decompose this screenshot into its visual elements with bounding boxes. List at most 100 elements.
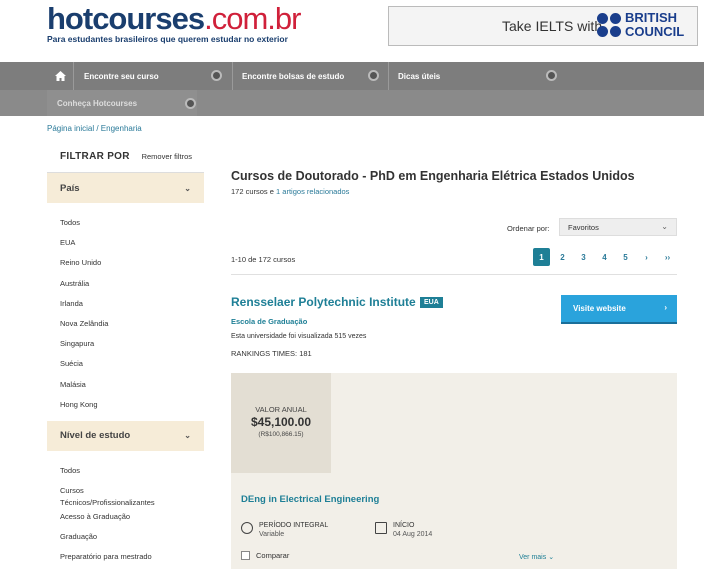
- nav-label: Encontre bolsas de estudo: [242, 71, 345, 81]
- country-filter-item[interactable]: Suécia: [60, 354, 204, 374]
- filter-sidebar: FILTRAR POR Remover filtros País ⌄ Todos…: [47, 141, 204, 569]
- page-button[interactable]: 4: [596, 248, 613, 266]
- hotcourses-logo[interactable]: hotcourses.com.br Para estudantes brasil…: [47, 1, 301, 45]
- country-filter-item[interactable]: Hong Kong: [60, 395, 204, 415]
- nav-encontre-curso[interactable]: Encontre seu curso: [84, 62, 230, 90]
- order-value: Favoritos: [568, 223, 599, 232]
- visit-website-button[interactable]: Visite website ›: [561, 295, 677, 322]
- home-icon[interactable]: [47, 62, 73, 90]
- rankings-text: RANKINGS TIMES: 181: [231, 349, 312, 358]
- related-articles-link[interactable]: 1 artigos relacionados: [276, 187, 349, 196]
- nav-label: Dicas úteis: [398, 71, 441, 81]
- remove-filters-link[interactable]: Remover filtros: [142, 152, 192, 161]
- page-button[interactable]: 3: [575, 248, 592, 266]
- country-filter-item[interactable]: Nova Zelândia: [60, 314, 204, 334]
- ad-brand-line2: COUNCIL: [625, 24, 685, 39]
- logo-domain: .com.br: [204, 1, 301, 36]
- level-list: Todos Cursos Técnicos/Profissionalizantes A…: [47, 451, 204, 574]
- institution-name[interactable]: Rensselaer Polytechnic Institute: [231, 295, 416, 309]
- country-filter-item[interactable]: Singapura: [60, 334, 204, 354]
- start-date: INÍCIO 04 Aug 2014: [393, 521, 432, 539]
- compare-checkbox[interactable]: Comparar: [241, 551, 289, 560]
- course-card: VALOR ANUAL $45,100.00 (R$100,866.15) DE…: [231, 373, 677, 569]
- price-converted: (R$100,866.15): [258, 431, 304, 438]
- school-link[interactable]: Escola de Graduação: [231, 317, 307, 326]
- nav-conheca-hotcourses[interactable]: Conheça Hotcourses: [47, 90, 197, 116]
- nav-dropdown-icon: [368, 70, 379, 81]
- results-range: 1-10 de 172 cursos: [231, 255, 296, 264]
- nav-label: Conheça Hotcourses: [57, 99, 138, 108]
- filter-title: FILTRAR POR: [60, 151, 130, 162]
- course-title[interactable]: DEng in Electrical Engineering: [241, 494, 379, 505]
- start-value: 04 Aug 2014: [393, 531, 433, 538]
- mode-label: PERÍODO INTEGRAL: [259, 522, 329, 529]
- more-label: Ver mais: [519, 554, 547, 561]
- counts-prefix: 172 cursos e: [231, 187, 274, 196]
- section-label: Nível de estudo: [60, 430, 131, 442]
- country-filter-item[interactable]: EUA: [60, 233, 204, 253]
- country-list: Todos EUA Reino Unido Austrália Irlanda Nova …: [47, 203, 204, 421]
- page-button[interactable]: 5: [617, 248, 634, 266]
- nav-label: Encontre seu curso: [84, 71, 159, 81]
- divider: [231, 274, 677, 275]
- compare-label: Comparar: [256, 551, 290, 560]
- country-filter-item[interactable]: Malásia: [60, 375, 204, 395]
- logo-text: hotcourses: [47, 1, 205, 36]
- page-title: Cursos de Doutorado - PhD em Engenharia …: [231, 169, 635, 183]
- country-filter-item[interactable]: Austrália: [60, 274, 204, 294]
- level-filter-item[interactable]: Acesso à Graduação: [60, 507, 204, 527]
- calendar-icon: [375, 522, 387, 534]
- order-select[interactable]: Favoritos ⌄: [559, 218, 677, 236]
- price-label: VALOR ANUAL: [255, 405, 307, 414]
- page-button[interactable]: ››: [659, 248, 676, 266]
- clock-icon: [241, 522, 253, 534]
- page-button-active[interactable]: 1: [533, 248, 550, 266]
- checkbox-icon: [241, 551, 250, 560]
- country-filter-header[interactable]: País ⌄: [47, 173, 204, 203]
- country-badge: EUA: [420, 297, 443, 308]
- main-nav: Encontre seu curso Encontre bolsas de es…: [0, 62, 704, 116]
- chevron-down-icon: ⌄: [184, 183, 191, 193]
- level-filter-item[interactable]: Preparatório para mestrado: [60, 547, 204, 567]
- country-filter-item[interactable]: Todos: [60, 213, 204, 233]
- button-label: Visite website: [573, 304, 626, 313]
- see-more-link[interactable]: Ver mais ⌄: [519, 553, 554, 561]
- chevron-down-icon: ⌄: [184, 431, 191, 441]
- page-button[interactable]: 2: [554, 248, 571, 266]
- breadcrumb[interactable]: Página inicial / Engenharia: [47, 124, 142, 133]
- result-counts: 172 cursos e 1 artigos relacionados: [231, 187, 349, 196]
- country-filter-item[interactable]: Reino Unido: [60, 253, 204, 273]
- level-filter-header[interactable]: Nível de estudo ⌄: [47, 420, 204, 451]
- british-council-logo: BRITISH COUNCIL: [597, 11, 684, 39]
- price-value: $45,100.00: [250, 415, 312, 429]
- chevron-down-icon: ⌄: [661, 222, 668, 231]
- ad-brand-line1: BRITISH: [625, 10, 677, 25]
- site-header: hotcourses.com.br Para estudantes brasil…: [0, 0, 704, 62]
- price-card: VALOR ANUAL $45,100.00 (R$100,866.15): [231, 373, 331, 473]
- nav-dicas-uteis[interactable]: Dicas úteis: [398, 62, 558, 90]
- country-filter-item[interactable]: Irlanda: [60, 294, 204, 314]
- study-mode: PERÍODO INTEGRAL Variable: [259, 521, 328, 539]
- chevron-right-icon: ›: [664, 303, 667, 312]
- level-filter-item[interactable]: Graduação: [60, 527, 204, 547]
- ad-text: Take IELTS with: [502, 18, 603, 34]
- british-council-dots-icon: [597, 13, 621, 37]
- british-council-ad[interactable]: Take IELTS with BRITISH COUNCIL: [388, 6, 698, 46]
- nav-encontre-bolsas[interactable]: Encontre bolsas de estudo: [242, 62, 388, 90]
- page-button[interactable]: ›: [638, 248, 655, 266]
- views-text: Esta universidade foi visualizada 515 ve…: [231, 333, 367, 340]
- level-filter-item[interactable]: Técnicos/Profissionalizantes: [60, 493, 204, 507]
- start-label: INÍCIO: [393, 522, 415, 529]
- nav-dropdown-icon: [546, 70, 557, 81]
- chevron-down-icon: ⌄: [548, 554, 555, 561]
- logo-tagline: Para estudantes brasileiros que querem e…: [47, 34, 288, 44]
- nav-dropdown-icon: [185, 98, 196, 109]
- nav-dropdown-icon: [211, 70, 222, 81]
- level-filter-item[interactable]: Cursos: [60, 481, 204, 495]
- results-main: Cursos de Doutorado - PhD em Engenharia …: [216, 141, 704, 569]
- order-label: Ordenar por:: [507, 224, 550, 233]
- section-label: País: [60, 182, 80, 194]
- pagination: 1 2 3 4 5 › ››: [533, 248, 676, 266]
- level-filter-item[interactable]: Todos: [60, 461, 204, 481]
- mode-sub: Variable: [259, 531, 285, 538]
